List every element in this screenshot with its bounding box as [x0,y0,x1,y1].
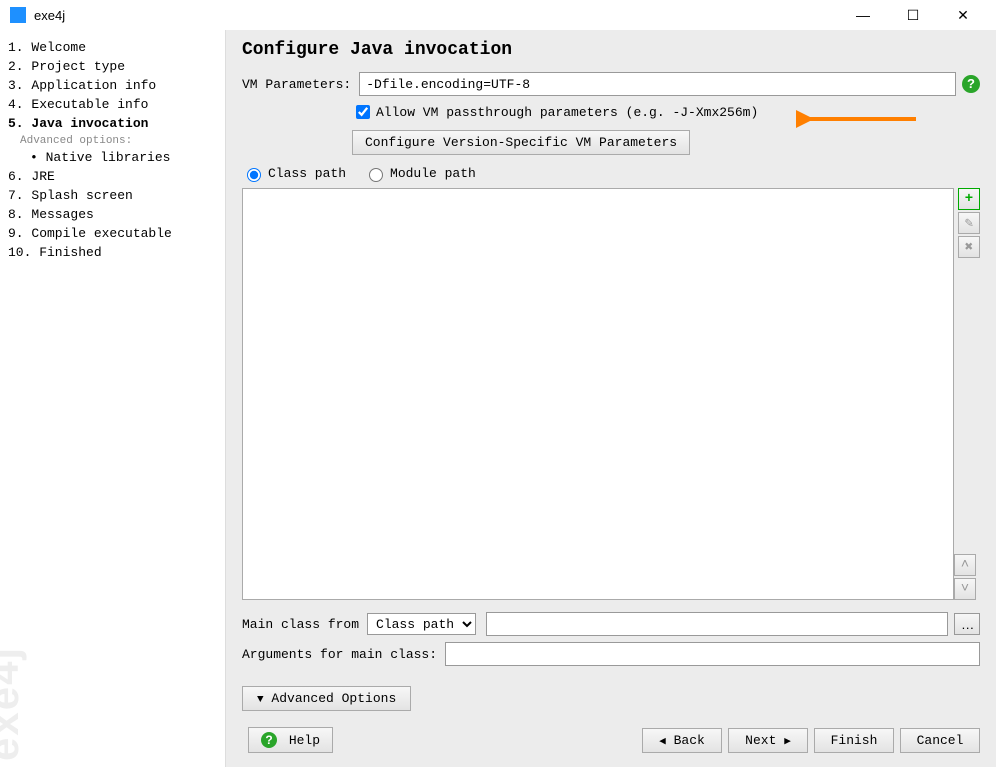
finish-button[interactable]: Finish [814,728,894,753]
remove-classpath-button[interactable]: ✖ [958,236,980,258]
help-icon[interactable]: ? [962,75,980,93]
sidebar-step[interactable]: 6. JRE [6,167,225,186]
page-title: Configure Java invocation [242,40,980,60]
window-title: exe4j [34,8,65,23]
main-class-input[interactable] [486,612,948,636]
help-button[interactable]: ? Help [248,727,333,753]
main-class-from-select[interactable]: Class path [367,613,476,635]
move-up-button[interactable]: ˄ [954,554,976,576]
configure-version-button[interactable]: Configure Version-Specific VM Parameters [352,130,690,155]
advanced-options-label: Advanced Options [271,691,396,706]
allow-passthrough-row: Allow VM passthrough parameters (e.g. -J… [352,102,980,122]
help-button-label: Help [289,733,320,748]
browse-main-class-button[interactable]: … [954,613,980,635]
move-down-button[interactable]: ˅ [954,578,976,600]
radio-classpath-label: Class path [268,166,346,181]
allow-passthrough-checkbox[interactable] [356,105,370,119]
back-icon: ◀ [659,734,666,748]
close-button[interactable]: ✕ [948,7,978,24]
arguments-input[interactable] [445,642,980,666]
edit-classpath-button[interactable]: ✎ [958,212,980,234]
sidebar-watermark: exe4j [0,646,28,761]
radio-modulepath-label: Module path [390,166,476,181]
titlebar: exe4j — ☐ ✕ [0,0,996,30]
vm-parameters-label: VM Parameters: [242,77,351,92]
sidebar-step[interactable]: 7. Splash screen [6,186,225,205]
maximize-button[interactable]: ☐ [898,7,928,24]
main-panel: Configure Java invocation VM Parameters:… [225,30,996,767]
window-controls: — ☐ ✕ [848,7,986,24]
allow-passthrough-label: Allow VM passthrough parameters (e.g. -J… [376,105,758,120]
help-icon-small: ? [261,732,277,748]
add-classpath-button[interactable]: + [958,188,980,210]
next-icon: ▶ [784,734,791,748]
next-button[interactable]: Next ▶ [728,728,808,753]
radio-modulepath-input[interactable] [369,168,383,182]
sidebar-step[interactable]: 5. Java invocation [6,114,225,133]
sidebar-step[interactable]: 3. Application info [6,76,225,95]
cancel-button[interactable]: Cancel [900,728,980,753]
sidebar-step[interactable]: 8. Messages [6,205,225,224]
arguments-label: Arguments for main class: [242,647,437,662]
sidebar-advanced-label: Advanced options: [6,133,225,148]
classpath-list[interactable] [242,188,954,600]
chevron-down-icon: ▼ [257,694,264,706]
radio-classpath-input[interactable] [247,168,261,182]
sidebar-step[interactable]: 1. Welcome [6,38,225,57]
sidebar-step[interactable]: 2. Project type [6,57,225,76]
advanced-options-button[interactable]: ▼ Advanced Options [242,686,411,711]
sidebar-step[interactable]: 4. Executable info [6,95,225,114]
radio-classpath[interactable]: Class path [242,165,346,182]
back-button-label: Back [674,733,705,748]
sidebar-step[interactable]: 10. Finished [6,243,225,262]
back-button[interactable]: ◀ Back [642,728,722,753]
wizard-sidebar: 1. Welcome2. Project type3. Application … [0,30,225,767]
next-button-label: Next [745,733,776,748]
minimize-button[interactable]: — [848,7,878,24]
sidebar-step[interactable]: 9. Compile executable [6,224,225,243]
main-class-from-label: Main class from [242,617,359,632]
radio-modulepath[interactable]: Module path [364,165,476,182]
app-icon [10,7,26,23]
sidebar-subitem[interactable]: • Native libraries [6,148,225,167]
vm-parameters-input[interactable] [359,72,956,96]
